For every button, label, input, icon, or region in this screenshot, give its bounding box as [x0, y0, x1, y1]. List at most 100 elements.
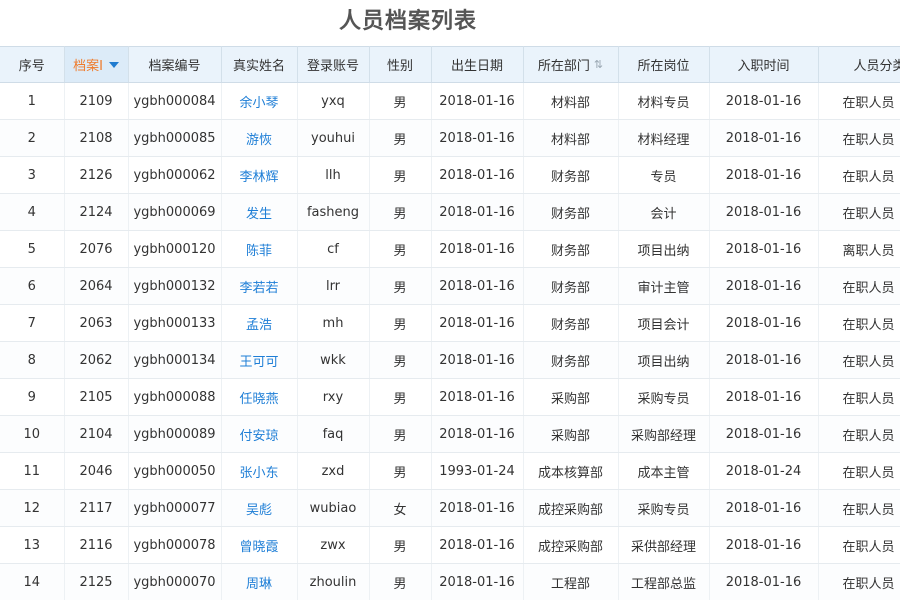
cell-file-no: ygbh000077 [128, 489, 222, 527]
cell-birth: 2018-01-16 [431, 415, 524, 453]
cell-name[interactable]: 陈菲 [221, 230, 298, 268]
table-row[interactable]: 6 2064 ygbh000132 李若若 lrr 男 2018-01-16 财务部 审计主管 2… [0, 267, 900, 305]
cell-birth: 2018-01-16 [431, 489, 524, 527]
cell-dept: 成本核算部 [523, 452, 619, 490]
table-row[interactable]: 11 2046 ygbh000050 张小东 zxd 男 1993-01-24 成本核算部 成本… [0, 452, 900, 490]
cell-file-id: 2076 [64, 230, 129, 268]
personnel-grid[interactable]: 序号 档案I 档案编号 真实姓名 登录账号 性别 出生日期 所在部门 ⇅ 所在岗… [0, 46, 900, 600]
table-row[interactable]: 3 2126 ygbh000062 李林辉 llh 男 2018-01-16 财务部 专员 201… [0, 156, 900, 194]
cell-category: 在职人员 [818, 304, 900, 342]
cell-gender: 男 [369, 526, 432, 564]
cell-file-no: ygbh000062 [128, 156, 222, 194]
table-row[interactable]: 8 2062 ygbh000134 王可可 wkk 男 2018-01-16 财务部 项目出纳 2… [0, 341, 900, 379]
table-row[interactable]: 13 2116 ygbh000078 曾晓霞 zwx 男 2018-01-16 成控采购部 采供… [0, 526, 900, 564]
column-header-label: 所在岗位 [637, 59, 690, 74]
column-header-hire[interactable]: 入职时间 [709, 46, 819, 83]
cell-name[interactable]: 李林辉 [221, 156, 298, 194]
cell-name[interactable]: 游恢 [221, 119, 298, 157]
table-row[interactable]: 2 2108 ygbh000085 游恢 youhui 男 2018-01-16 材料部 材料经… [0, 119, 900, 157]
column-header-file-id[interactable]: 档案I [64, 46, 129, 83]
column-header-name[interactable]: 真实姓名 [221, 46, 298, 83]
table-row[interactable]: 10 2104 ygbh000089 付安琼 faq 男 2018-01-16 采购部 采购部经… [0, 415, 900, 453]
column-header-post[interactable]: 所在岗位 [618, 46, 710, 83]
cell-account: wubiao [297, 489, 370, 527]
cell-file-id: 2109 [64, 82, 129, 120]
cell-account: zhoulin [297, 563, 370, 600]
column-header-label: 真实姓名 [232, 59, 285, 74]
cell-name[interactable]: 任晓燕 [221, 378, 298, 416]
cell-post: 会计 [618, 193, 710, 231]
cell-gender: 男 [369, 341, 432, 379]
cell-hire: 2018-01-16 [709, 526, 819, 564]
column-header-dept[interactable]: 所在部门 ⇅ [523, 46, 619, 83]
cell-file-no: ygbh000132 [128, 267, 222, 305]
table-row[interactable]: 7 2063 ygbh000133 孟浩 mh 男 2018-01-16 财务部 项目会计 201… [0, 304, 900, 342]
cell-seq: 1 [0, 82, 65, 120]
cell-hire: 2018-01-24 [709, 452, 819, 490]
cell-post: 材料专员 [618, 82, 710, 120]
cell-file-id: 2063 [64, 304, 129, 342]
cell-hire: 2018-01-16 [709, 378, 819, 416]
cell-seq: 6 [0, 267, 65, 305]
cell-name[interactable]: 付安琼 [221, 415, 298, 453]
cell-hire: 2018-01-16 [709, 193, 819, 231]
cell-name[interactable]: 曾晓霞 [221, 526, 298, 564]
cell-seq: 14 [0, 563, 65, 600]
cell-account: faq [297, 415, 370, 453]
cell-file-id: 2104 [64, 415, 129, 453]
cell-name[interactable]: 余小琴 [221, 82, 298, 120]
table-body: 1 2109 ygbh000084 余小琴 yxq 男 2018-01-16 材料部 材料专员 2… [0, 82, 900, 600]
cell-birth: 2018-01-16 [431, 341, 524, 379]
cell-dept: 材料部 [523, 82, 619, 120]
cell-hire: 2018-01-16 [709, 341, 819, 379]
cell-name[interactable]: 周琳 [221, 563, 298, 600]
cell-seq: 10 [0, 415, 65, 453]
column-header-label: 档案编号 [148, 59, 201, 74]
sort-toggle-icon[interactable]: ⇅ [594, 59, 603, 70]
cell-file-no: ygbh000050 [128, 452, 222, 490]
table-row[interactable]: 9 2105 ygbh000088 任晓燕 rxy 男 2018-01-16 采购部 采购专员 2… [0, 378, 900, 416]
cell-seq: 8 [0, 341, 65, 379]
table-row[interactable]: 4 2124 ygbh000069 发生 fasheng 男 2018-01-16 财务部 会计… [0, 193, 900, 231]
table-row[interactable]: 5 2076 ygbh000120 陈菲 cf 男 2018-01-16 财务部 项目出纳 201… [0, 230, 900, 268]
cell-birth: 1993-01-24 [431, 452, 524, 490]
column-header-account[interactable]: 登录账号 [297, 46, 370, 83]
cell-name[interactable]: 李若若 [221, 267, 298, 305]
column-header-gender[interactable]: 性别 [369, 46, 432, 83]
cell-birth: 2018-01-16 [431, 378, 524, 416]
cell-hire: 2018-01-16 [709, 230, 819, 268]
cell-post: 项目会计 [618, 304, 710, 342]
cell-file-no: ygbh000120 [128, 230, 222, 268]
cell-gender: 男 [369, 82, 432, 120]
cell-category: 在职人员 [818, 415, 900, 453]
column-header-birth[interactable]: 出生日期 [431, 46, 524, 83]
sort-descending-icon[interactable] [108, 61, 119, 68]
cell-post: 专员 [618, 156, 710, 194]
table-row[interactable]: 1 2109 ygbh000084 余小琴 yxq 男 2018-01-16 材料部 材料专员 2… [0, 82, 900, 120]
column-header-seq[interactable]: 序号 [0, 46, 65, 83]
cell-gender: 男 [369, 563, 432, 600]
cell-file-id: 2105 [64, 378, 129, 416]
cell-account: zwx [297, 526, 370, 564]
cell-birth: 2018-01-16 [431, 119, 524, 157]
cell-name[interactable]: 孟浩 [221, 304, 298, 342]
cell-name[interactable]: 发生 [221, 193, 298, 231]
cell-dept: 成控采购部 [523, 526, 619, 564]
cell-post: 项目出纳 [618, 341, 710, 379]
cell-file-no: ygbh000069 [128, 193, 222, 231]
column-header-category[interactable]: 人员分类 [818, 46, 900, 83]
page-title: 人员档案列表 [338, 9, 477, 34]
cell-name[interactable]: 张小东 [221, 452, 298, 490]
table-row[interactable]: 14 2125 ygbh000070 周琳 zhoulin 男 2018-01-16 工程部工… [0, 563, 900, 600]
column-header-label: 出生日期 [450, 59, 503, 74]
cell-seq: 4 [0, 193, 65, 231]
cell-name[interactable]: 王可可 [221, 341, 298, 379]
cell-file-id: 2064 [64, 267, 129, 305]
cell-category: 在职人员 [818, 563, 900, 600]
column-header-file-no[interactable]: 档案编号 [128, 46, 222, 83]
cell-dept: 材料部 [523, 119, 619, 157]
table-row[interactable]: 12 2117 ygbh000077 吴彪 wubiao 女 2018-01-16 成控采购部… [0, 489, 900, 527]
cell-seq: 11 [0, 452, 65, 490]
cell-hire: 2018-01-16 [709, 156, 819, 194]
cell-name[interactable]: 吴彪 [221, 489, 298, 527]
